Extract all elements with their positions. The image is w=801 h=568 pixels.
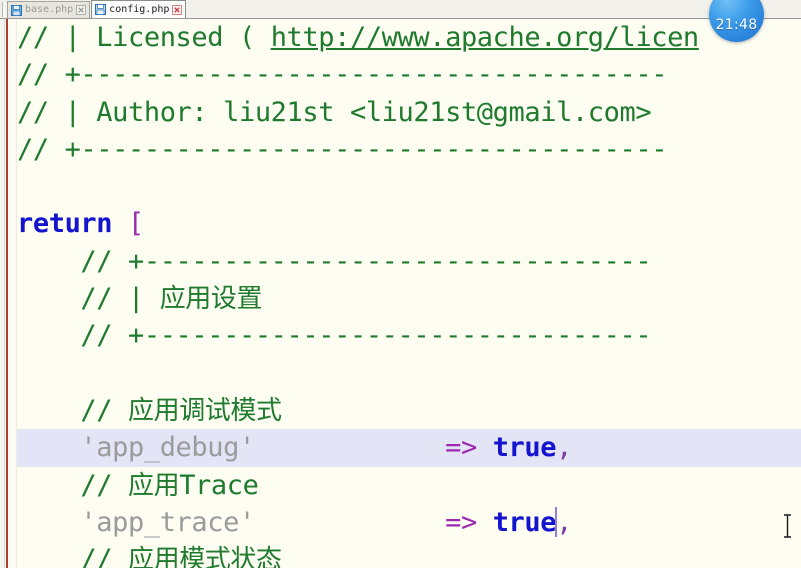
code-token: [ — [128, 208, 144, 240]
tab-label: config.php — [109, 3, 170, 15]
tab-bar: base.php config.php — [0, 0, 801, 19]
code-token: // +------------------------------------… — [17, 59, 668, 91]
code-token: true — [492, 432, 557, 464]
code-token: // +-------------------------------- — [17, 320, 652, 352]
code-token: Trace — [179, 469, 259, 501]
code-line[interactable]: // +------------------------------------… — [17, 131, 801, 168]
editor-gutter — [0, 19, 5, 568]
code-token: true — [492, 506, 557, 538]
tab-base-php[interactable]: base.php — [7, 1, 91, 18]
code-line[interactable]: // | Licensed ( http://www.apache.org/li… — [17, 19, 801, 56]
code-token: http://www.apache.org/licen — [270, 22, 700, 53]
code-line[interactable]: // 应用调试模式 — [17, 392, 801, 429]
code-line[interactable]: return [ — [17, 205, 801, 242]
tab-config-php[interactable]: config.php — [91, 0, 187, 18]
code-line[interactable]: // +-------------------------------- — [17, 317, 801, 354]
tab-bar-grip[interactable] — [2, 2, 5, 17]
code-token: 'app_debug' — [80, 432, 255, 464]
code-token: => — [445, 506, 477, 538]
code-line[interactable]: // +------------------------------------… — [17, 56, 801, 93]
code-token: 应用调试模式 — [128, 395, 282, 426]
editor-window: base.php config.php // | Licensed (http… — [0, 0, 801, 568]
code-token: => — [445, 432, 477, 464]
code-content[interactable]: // | Licensed ( http://www.apache.org/li… — [17, 19, 801, 568]
code-token: // | Author: liu21st <liu21st@gmail.com> — [17, 96, 652, 128]
code-editor-area[interactable]: // | Licensed ( http://www.apache.org/li… — [0, 19, 801, 568]
close-icon[interactable] — [76, 5, 87, 15]
close-icon[interactable] — [172, 4, 183, 15]
code-line[interactable]: // +-------------------------------- — [17, 243, 801, 280]
code-token: 应用 — [128, 470, 180, 501]
code-token: , — [556, 432, 572, 464]
save-disk-icon — [11, 4, 22, 16]
code-token: 应用设置 — [159, 284, 263, 315]
code-token: // — [17, 394, 128, 426]
tab-label: base.php — [25, 4, 74, 15]
code-line[interactable]: 'app_trace' => true, — [17, 504, 801, 541]
code-token: // | Licensed ( — [17, 22, 271, 53]
code-folding-strip[interactable] — [8, 19, 17, 568]
code-line[interactable]: 'app_debug' => true, — [17, 429, 801, 467]
code-token: // +------------------------------------… — [17, 133, 668, 165]
code-line[interactable]: // 应用模式状态 — [17, 541, 801, 568]
clock-badge-time: 21:48 — [715, 17, 758, 33]
code-token: // | — [17, 283, 160, 315]
code-token: 应用模式状态 — [128, 545, 282, 568]
code-line[interactable] — [17, 168, 801, 205]
code-token: // — [17, 544, 128, 568]
code-line[interactable]: // | 应用设置 — [17, 280, 801, 317]
code-token: , — [556, 506, 572, 538]
code-line[interactable]: // 应用Trace — [17, 467, 801, 504]
code-token: return — [17, 208, 113, 240]
i-beam-cursor — [782, 514, 793, 538]
code-line[interactable] — [17, 355, 801, 392]
save-disk-icon — [95, 4, 107, 15]
code-token: 'app_trace' — [80, 506, 255, 538]
code-line[interactable]: // | Author: liu21st <liu21st@gmail.com> — [17, 94, 801, 131]
code-token: // — [17, 469, 128, 501]
code-token: // +-------------------------------- — [17, 245, 652, 277]
